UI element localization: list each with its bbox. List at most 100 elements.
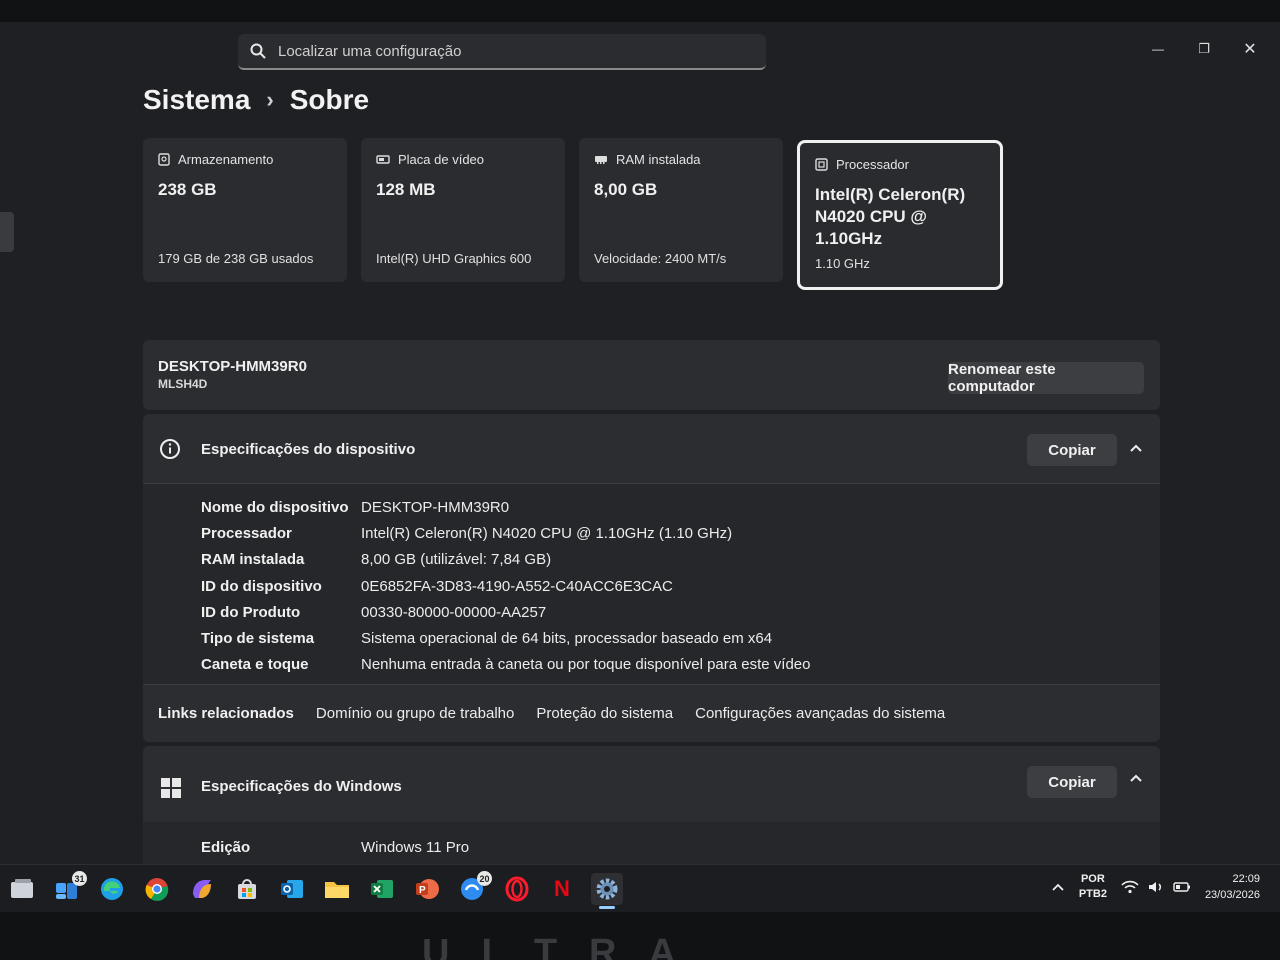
task-view-button[interactable] (6, 873, 38, 905)
netflix-icon: N (554, 876, 570, 901)
taskbar-apps: 31 P 20 N (6, 871, 623, 909)
spec-value: DESKTOP-HMM39R0 (361, 498, 510, 516)
chevron-right-icon: › (266, 87, 274, 112)
spec-row: Tipo de sistema Sistema operacional de 64… (143, 625, 1160, 651)
cpu-icon (815, 158, 828, 171)
rename-computer-button[interactable]: Renomear este computador (948, 361, 1144, 395)
date: 23/03/2026 (1204, 889, 1260, 901)
card-sub: Velocidade: 2400 MT/s (594, 251, 727, 266)
excel-icon (371, 880, 393, 898)
nav-pane-edge[interactable] (0, 212, 14, 252)
page-title: Sobre (289, 84, 370, 115)
spec-row: Caneta e toque Nenhuma entrada à caneta o… (143, 652, 1160, 678)
copilot-icon (193, 880, 211, 898)
spec-key: Nome do dispositivo (201, 498, 349, 516)
spec-value: 00330-80000-00000-AA257 (361, 603, 547, 621)
copy-device-specs-button[interactable]: Copiar (1027, 434, 1117, 466)
info-icon (160, 439, 180, 459)
chrome-icon (145, 878, 169, 901)
language-indicator[interactable]: POR PTB2 (1079, 872, 1107, 902)
edge-button[interactable] (96, 873, 128, 905)
gear-icon (596, 878, 618, 900)
outlook-icon (281, 880, 303, 898)
outlook-button[interactable] (276, 873, 308, 905)
card-storage[interactable]: Armazenamento 238 GB 179 GB de 238 GB us… (143, 138, 347, 282)
spec-value: 8,00 GB (utilizável: 7,84 GB) (361, 551, 552, 569)
quick-settings-button[interactable] (1121, 880, 1191, 894)
spec-row: ID do Produto 00330-80000-00000-AA257 (143, 599, 1160, 625)
breadcrumb: Sistema › Sobre (143, 84, 369, 116)
card-value: Intel(R) Celeron(R) N4020 CPU @ 1.10GHz (815, 185, 966, 248)
card-value: 128 MB (376, 180, 436, 199)
powerpoint-icon: P (416, 879, 439, 899)
spec-key: ID do dispositivo (201, 577, 322, 595)
netflix-button[interactable]: N (546, 873, 578, 905)
card-title: Processador (836, 157, 909, 172)
device-specs-header[interactable]: Especificações do dispositivo Copiar (143, 414, 1160, 484)
spec-value: 0E6852FA-3D83-4190-A552-C40ACC6E3CAC (361, 577, 673, 595)
copilot-button[interactable] (186, 873, 218, 905)
card-title: Armazenamento (178, 152, 274, 167)
opera-button[interactable] (501, 873, 533, 905)
close-button[interactable]: ✕ (1240, 38, 1260, 60)
opera-icon (505, 876, 529, 902)
excel-button[interactable] (366, 873, 398, 905)
widgets-button[interactable]: 31 (51, 871, 87, 905)
notification-badge: 20 (477, 871, 492, 886)
restore-button[interactable]: ❐ (1194, 38, 1214, 60)
breadcrumb-parent[interactable]: Sistema (143, 84, 250, 116)
chevron-up-icon[interactable] (1128, 440, 1144, 456)
edge-icon (101, 878, 123, 900)
notification-badge: 31 (72, 871, 87, 886)
card-processor[interactable]: Processador Intel(R) Celeron(R) N4020 CP… (797, 140, 1003, 290)
wifi-icon (1121, 880, 1139, 894)
clock[interactable]: 22:09 23/03/2026 (1205, 871, 1260, 903)
gpu-icon (376, 154, 390, 164)
spec-key: Processador (201, 524, 292, 542)
battery-icon (1173, 882, 1190, 892)
card-sub: Intel(R) UHD Graphics 600 (376, 251, 532, 266)
settings-window: — ❐ ✕ Sistema › Sobre Armazenamento 238 … (0, 22, 1280, 864)
windows-specs-title: Especificações do Windows (201, 778, 402, 795)
powerpoint-button[interactable]: P (411, 873, 443, 905)
spec-key: ID do Produto (201, 603, 301, 621)
related-links-label: Links relacionados (158, 705, 294, 722)
link-domain-workgroup[interactable]: Domínio ou grupo de trabalho (316, 705, 514, 722)
chevron-up-icon[interactable] (1128, 770, 1144, 786)
card-ram[interactable]: RAM instalada 8,00 GB Velocidade: 2400 M… (579, 138, 783, 282)
link-advanced-system-settings[interactable]: Configurações avançadas do sistema (695, 705, 945, 722)
card-gpu[interactable]: Placa de vídeo 128 MB Intel(R) UHD Graph… (361, 138, 565, 282)
monitor-bezel-logo: ULTRA (422, 932, 708, 960)
spec-value: Intel(R) Celeron(R) N4020 CPU @ 1.10GHz … (361, 524, 733, 542)
copy-windows-specs-button[interactable]: Copiar (1027, 766, 1117, 798)
spec-value: Nenhuma entrada à caneta ou por toque di… (361, 656, 811, 674)
microsoft-store-button[interactable] (231, 873, 263, 905)
spec-value: Windows 11 Pro (361, 838, 470, 856)
file-explorer-button[interactable] (321, 873, 353, 905)
chrome-button[interactable] (141, 873, 173, 905)
search-input[interactable] (278, 42, 718, 60)
spec-row: RAM instalada 8,00 GB (utilizável: 7,84 G… (143, 547, 1160, 573)
ram-icon (595, 155, 607, 164)
link-system-protection[interactable]: Proteção do sistema (536, 705, 673, 722)
spec-key: RAM instalada (201, 551, 305, 569)
settings-button[interactable] (591, 873, 623, 909)
spec-row: Processador Intel(R) Celeron(R) N4020 CPU… (143, 520, 1160, 546)
minimize-icon: — (1152, 42, 1164, 56)
summary-cards: Armazenamento 238 GB 179 GB de 238 GB us… (143, 138, 1003, 290)
windows-specs-header[interactable]: Especificações do Windows Copiar (143, 746, 1160, 822)
spec-row: Nome do dispositivo DESKTOP-HMM39R0 (143, 494, 1160, 520)
minimize-button[interactable]: — (1148, 38, 1168, 60)
spec-key: Edição (201, 838, 251, 856)
svg-text:P: P (419, 885, 426, 896)
system-tray: POR PTB2 22:09 23/03/2026 (1051, 871, 1260, 903)
chevron-up-icon[interactable] (1051, 880, 1065, 894)
task-view-icon (11, 879, 33, 898)
device-specs-title: Especificações do dispositivo (201, 441, 416, 458)
storage-icon (158, 153, 170, 166)
teams-button[interactable]: 20 (456, 871, 492, 905)
spec-key: Caneta e toque (201, 656, 309, 674)
search-box[interactable] (238, 34, 766, 70)
close-icon: ✕ (1243, 41, 1257, 58)
taskbar: 31 P 20 N POR PTB2 22:09 23/03/2026 (0, 864, 1280, 912)
